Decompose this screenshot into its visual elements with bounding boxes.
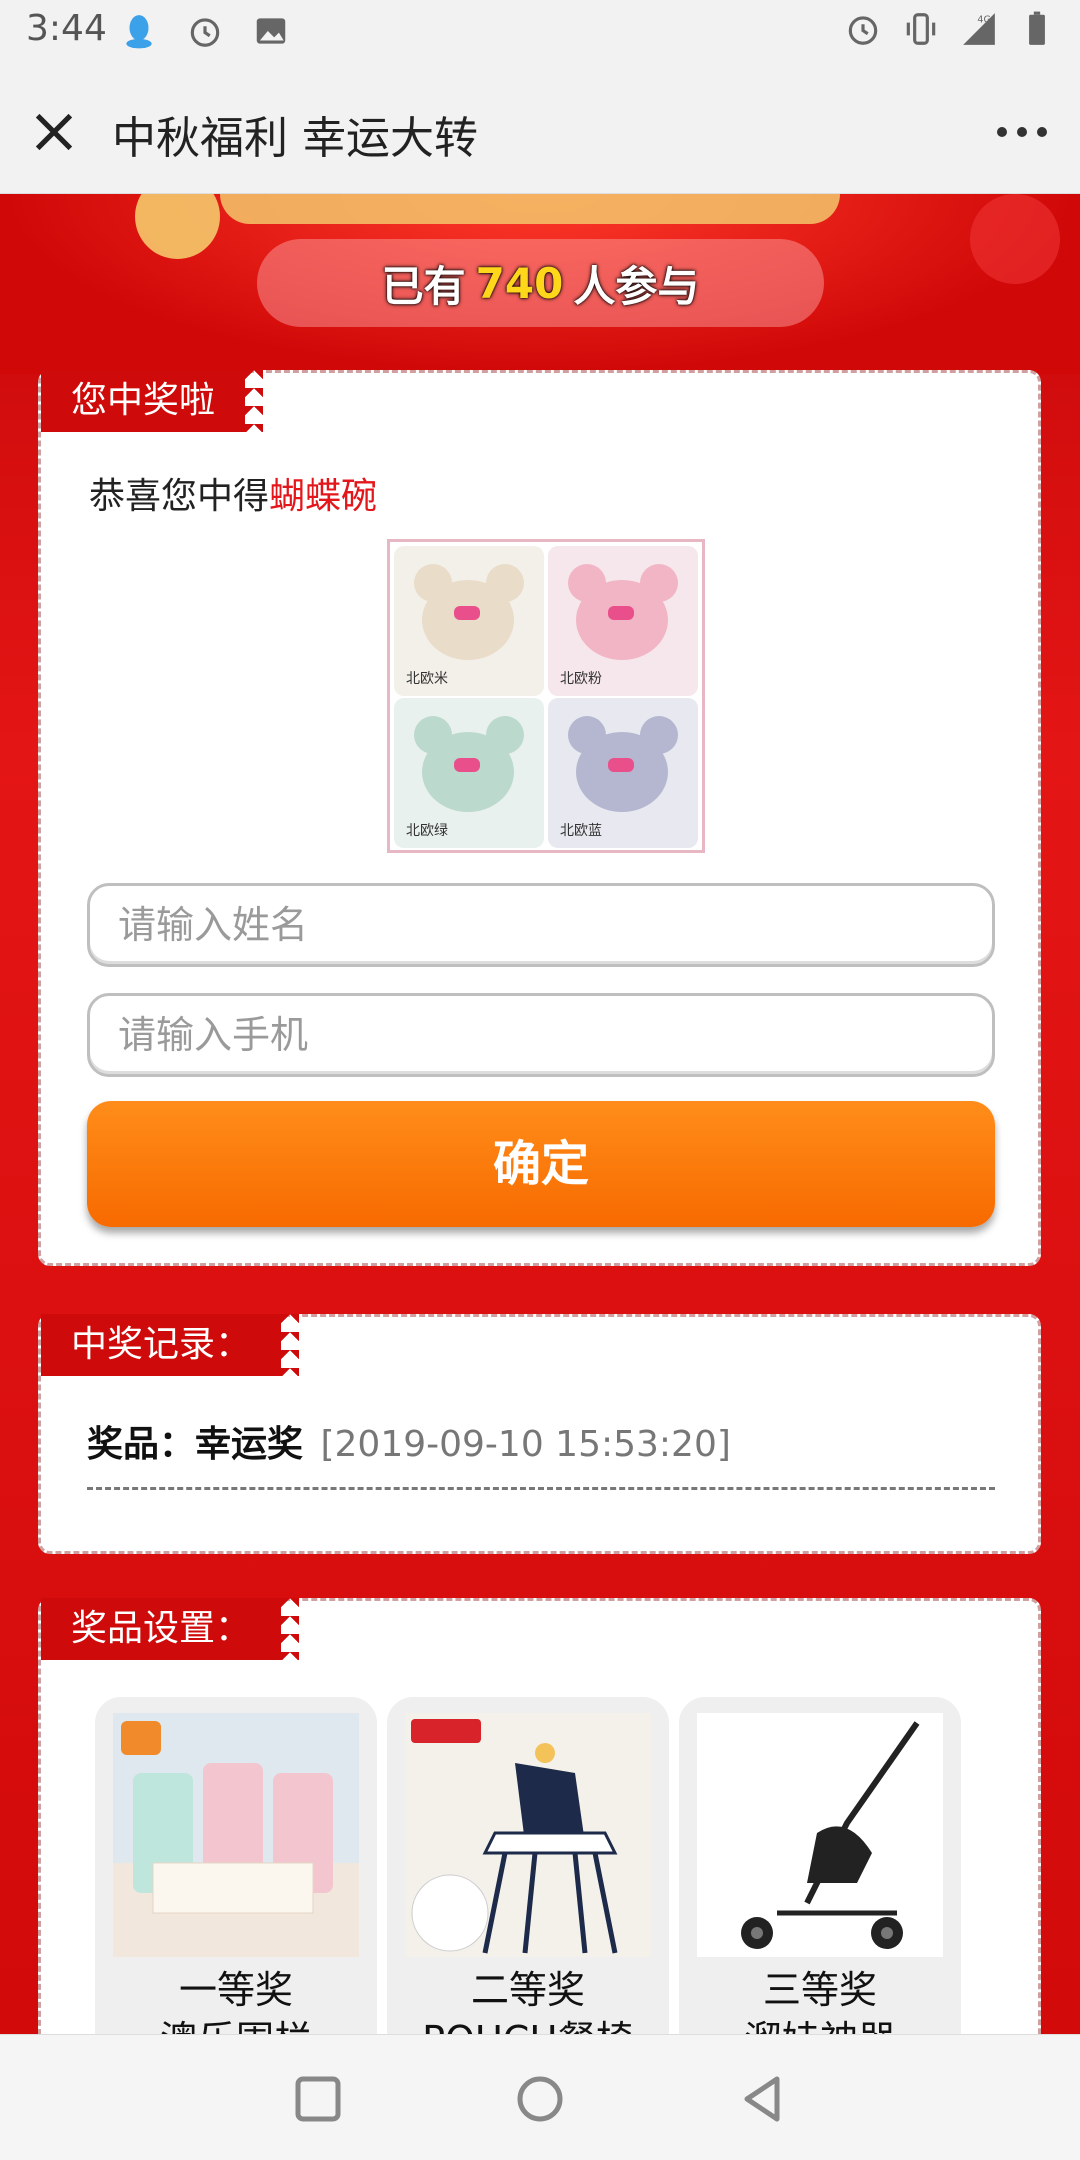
lantern-decoration: [970, 194, 1060, 284]
status-right-icons: 4G: [844, 10, 1056, 48]
prize-item[interactable]: 一等奖 澳乐围栏: [95, 1697, 377, 2034]
participants-suffix: 人参与: [573, 261, 700, 311]
bow-decoration: [608, 606, 634, 620]
participants-count: 740: [475, 258, 564, 308]
system-nav-bar: [0, 2034, 1080, 2160]
status-left-icons: [120, 12, 290, 50]
bowl-tile: 北欧绿: [394, 698, 544, 848]
page-content[interactable]: 已有 740 人参与 您中奖啦 恭喜您中得蝴蝶碗 北欧米 北欧粉 北欧绿 北欧蓝…: [0, 194, 1080, 2034]
page-title: 中秋福利 幸运大转: [112, 113, 478, 164]
bow-decoration: [454, 606, 480, 620]
prize-name: 澳乐围栏: [95, 2009, 377, 2034]
more-options-icon[interactable]: [992, 112, 1052, 152]
participants-prefix: 已有: [381, 261, 466, 311]
record-entry: 奖品：幸运奖 [2019-09-10 15:53:20]: [87, 1415, 731, 1467]
hero-banner: 已有 740 人参与: [0, 194, 1080, 374]
record-card-tag: 中奖记录：: [41, 1314, 300, 1376]
playpen-image: [113, 1713, 359, 1957]
bowl-body: [422, 580, 514, 660]
status-bar: 3:44 4G: [0, 0, 1080, 64]
highchair-image: [405, 1713, 651, 1957]
bowl-body: [422, 732, 514, 812]
congrats-prefix: 恭喜您中得: [89, 476, 270, 517]
title-bar: 中秋福利 幸运大转: [0, 64, 1080, 194]
name-input[interactable]: 请输入姓名: [87, 883, 995, 967]
bowl-label: 北欧蓝: [560, 823, 602, 839]
coin-decoration: [135, 194, 220, 259]
congrats-text: 恭喜您中得蝴蝶碗: [89, 467, 377, 519]
status-time: 3:44: [26, 8, 107, 49]
network-type: 4G: [977, 15, 990, 26]
prize-photo-stroller: [697, 1713, 943, 1957]
alarm-icon: [190, 18, 220, 47]
prize-rank: 一等奖: [178, 1968, 293, 2012]
record-prize: 奖品：幸运奖: [87, 1424, 304, 1465]
prize-name: POUCH餐椅: [387, 2009, 669, 2034]
alarm-icon: [848, 16, 878, 45]
record-divider: [87, 1487, 995, 1490]
bowl-label: 北欧米: [406, 671, 448, 687]
confirm-button[interactable]: 确定: [87, 1101, 995, 1227]
prize-settings-tag: 奖品设置：: [41, 1598, 300, 1660]
prize-photo-playpen: [113, 1713, 359, 1957]
back-icon[interactable]: [732, 2069, 792, 2129]
prize-settings-card: 奖品设置： 一等奖 澳乐围栏: [38, 1598, 1041, 2034]
recent-apps-icon[interactable]: [288, 2069, 348, 2129]
signal-icon: 4G: [963, 13, 995, 45]
stroller-image: [697, 1713, 943, 1957]
bowl-tile: 北欧粉: [548, 546, 698, 696]
won-prize-name: 蝴蝶碗: [269, 476, 378, 517]
bowl-body: [576, 580, 668, 660]
prize-item[interactable]: 二等奖 POUCH餐椅: [387, 1697, 669, 2034]
bowl-tile: 北欧米: [394, 546, 544, 696]
prize-image: 北欧米 北欧粉 北欧绿 北欧蓝: [387, 539, 705, 853]
bow-decoration: [608, 758, 634, 772]
win-card: 您中奖啦 恭喜您中得蝴蝶碗 北欧米 北欧粉 北欧绿 北欧蓝 请输入姓名 请输入手…: [38, 370, 1041, 1266]
win-card-tag: 您中奖啦: [41, 370, 264, 432]
prize-rank: 三等奖: [762, 1968, 877, 2012]
record-card: 中奖记录： 奖品：幸运奖 [2019-09-10 15:53:20]: [38, 1314, 1041, 1554]
prize-rank: 二等奖: [470, 1968, 585, 2012]
record-time: [2019-09-10 15:53:20]: [320, 1424, 731, 1465]
bowl-body: [576, 732, 668, 812]
home-icon[interactable]: [510, 2069, 570, 2129]
bowl-label: 北欧绿: [406, 823, 448, 839]
prize-item[interactable]: 三等奖 溜娃神器: [679, 1697, 961, 2034]
battery-icon: [1029, 11, 1045, 45]
close-icon[interactable]: [26, 104, 82, 160]
banner-strip-decoration: [220, 194, 840, 224]
bowl-tile: 北欧蓝: [548, 698, 698, 848]
vibrate-icon: [906, 13, 936, 45]
bowl-label: 北欧粉: [560, 671, 602, 687]
prize-name: 溜娃神器: [679, 2009, 961, 2034]
phone-input[interactable]: 请输入手机: [87, 993, 995, 1077]
qq-icon: [126, 15, 152, 49]
image-icon: [256, 18, 286, 44]
prize-photo-highchair: [405, 1713, 651, 1957]
bow-decoration: [454, 758, 480, 772]
participants-pill: 已有 740 人参与: [257, 239, 824, 327]
